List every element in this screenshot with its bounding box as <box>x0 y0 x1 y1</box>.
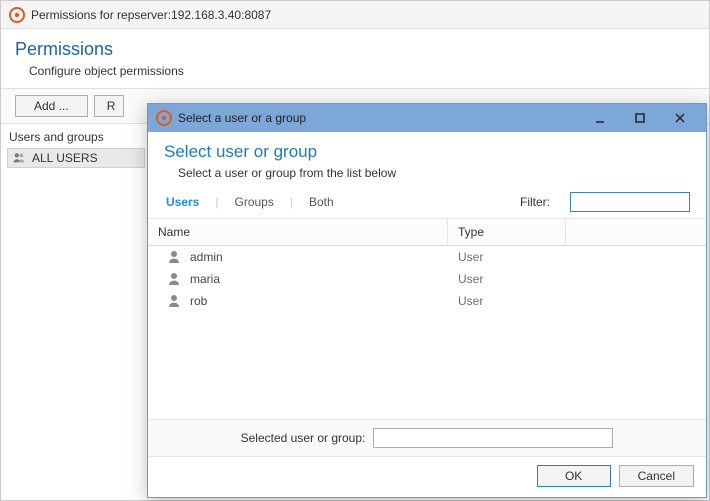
tab-row: Users | Groups | Both Filter: <box>148 186 706 219</box>
page-subtitle: Configure object permissions <box>29 64 695 78</box>
column-header-name[interactable]: Name <box>148 219 448 245</box>
dialog-header-subtitle: Select a user or group from the list bel… <box>178 166 690 180</box>
row-name: maria <box>190 272 220 286</box>
tab-both[interactable]: Both <box>307 193 336 211</box>
selected-user-label: Selected user or group: <box>241 431 366 445</box>
user-icon <box>166 271 182 287</box>
column-header-type[interactable]: Type <box>448 219 566 245</box>
table-row[interactable]: admin User <box>148 246 706 268</box>
selected-user-row: Selected user or group: <box>148 419 706 457</box>
user-icon <box>166 249 182 265</box>
tab-separator: | <box>290 195 293 209</box>
dialog-footer: OK Cancel <box>148 457 706 497</box>
row-name: admin <box>190 250 223 264</box>
dialog-header-title: Select user or group <box>164 142 690 162</box>
main-titlebar: Permissions for repserver:192.168.3.40:8… <box>1 1 709 29</box>
sidebar: ALL USERS <box>1 148 151 168</box>
add-button[interactable]: Add ... <box>15 95 88 117</box>
dialog-body: Select user or group Select a user or gr… <box>148 132 706 497</box>
tab-separator: | <box>215 195 218 209</box>
row-type: User <box>458 272 483 286</box>
tab-groups[interactable]: Groups <box>232 193 275 211</box>
maximize-button[interactable] <box>620 107 660 129</box>
window-buttons <box>580 107 700 129</box>
page-header: Permissions Configure object permissions <box>1 29 709 88</box>
users-icon <box>12 151 26 165</box>
row-type: User <box>458 294 483 308</box>
grid-header: Name Type <box>148 219 706 246</box>
sidebar-item-label: ALL USERS <box>32 151 98 165</box>
column-header-empty <box>566 219 706 245</box>
app-logo-icon <box>9 7 25 23</box>
row-type: User <box>458 250 483 264</box>
grid-body: admin User maria User rob User <box>148 246 706 419</box>
main-window: Permissions for repserver:192.168.3.40:8… <box>0 0 710 501</box>
close-button[interactable] <box>660 107 700 129</box>
tab-users[interactable]: Users <box>164 193 201 211</box>
row-name: rob <box>190 294 207 308</box>
main-window-title: Permissions for repserver:192.168.3.40:8… <box>31 8 271 22</box>
select-user-group-dialog: Select a user or a group Select user or … <box>147 103 707 498</box>
filter-label: Filter: <box>520 195 550 209</box>
filter-input[interactable] <box>570 192 690 212</box>
table-row[interactable]: maria User <box>148 268 706 290</box>
minimize-button[interactable] <box>580 107 620 129</box>
selected-user-input[interactable] <box>373 428 613 448</box>
user-icon <box>166 293 182 309</box>
table-row[interactable]: rob User <box>148 290 706 312</box>
sidebar-item-all-users[interactable]: ALL USERS <box>7 148 145 168</box>
page-title: Permissions <box>15 39 695 60</box>
remove-button-partial[interactable]: R <box>94 95 125 117</box>
app-logo-icon <box>156 110 172 126</box>
dialog-window-title: Select a user or a group <box>178 111 580 125</box>
dialog-header: Select user or group Select a user or gr… <box>148 132 706 186</box>
dialog-titlebar: Select a user or a group <box>148 104 706 132</box>
cancel-button[interactable]: Cancel <box>619 465 694 487</box>
ok-button[interactable]: OK <box>537 465 611 487</box>
